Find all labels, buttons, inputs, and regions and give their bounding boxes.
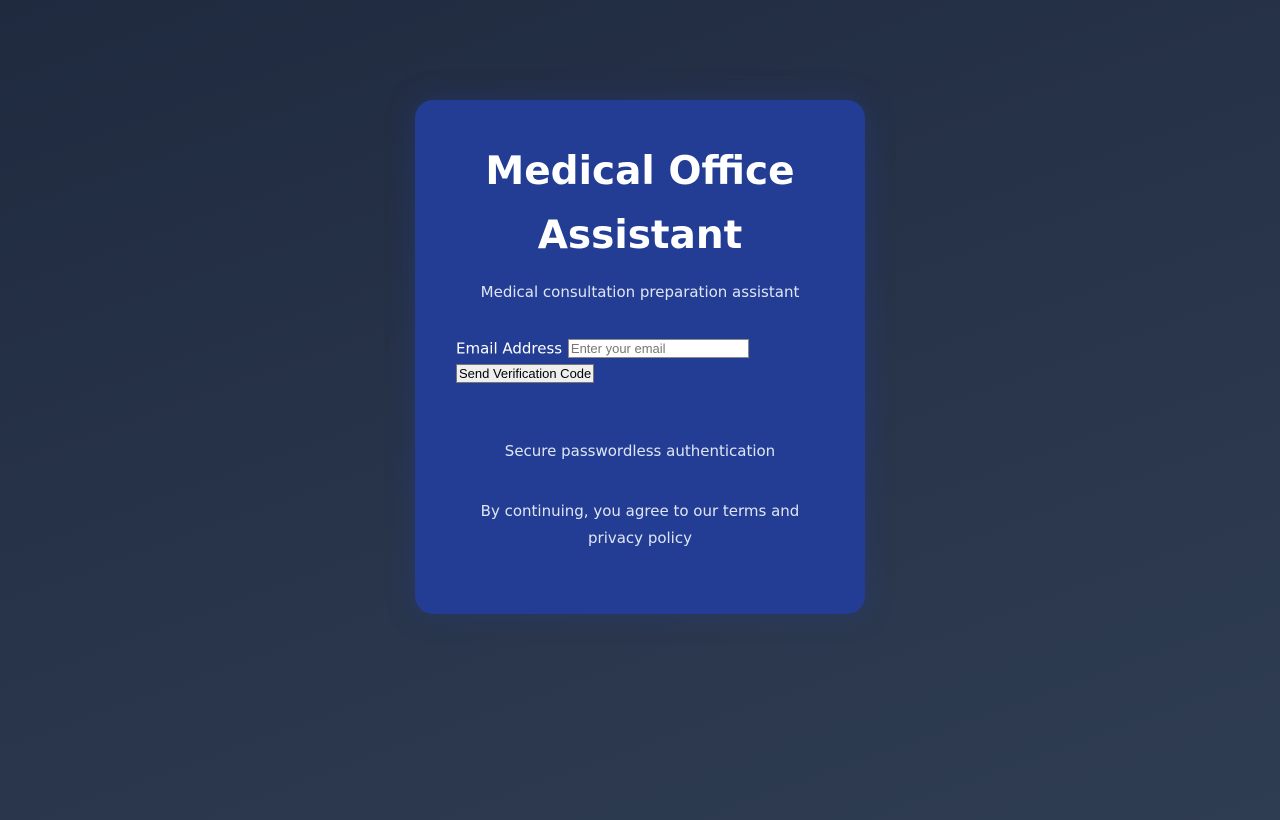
email-input[interactable]: [567, 339, 749, 358]
email-label: Email Address: [456, 339, 563, 358]
terms-note: By continuing, you agree to our terms an…: [480, 502, 800, 547]
send-verification-code-button[interactable]: Send Verification Code: [456, 364, 595, 383]
login-form: Email Address Send Verification Code: [456, 338, 824, 383]
app-title: Medical Office Assistant: [485, 149, 795, 258]
app-subtitle: Medical consultation preparation assista…: [480, 283, 800, 301]
login-card: Medical Office Assistant Medical consult…: [415, 100, 865, 614]
email-row: Email Address: [456, 338, 824, 362]
secure-auth-note: Secure passwordless authentication: [504, 442, 776, 460]
